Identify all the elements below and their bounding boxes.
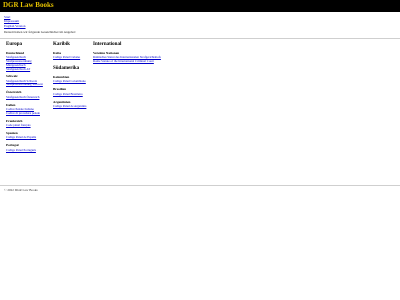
country-heading: Kolumbien bbox=[53, 75, 70, 80]
country-heading: Frankreich bbox=[6, 118, 23, 123]
law-link[interactable]: Codice di procedura penale bbox=[6, 111, 52, 116]
footer-copyright: © 2022 DGR Law Books bbox=[4, 188, 38, 192]
column-international: International Vereinte Nationen Römische… bbox=[93, 42, 193, 64]
nav-link-english[interactable]: English Version bbox=[4, 24, 26, 28]
country-heading: Österreich bbox=[6, 90, 22, 95]
law-link[interactable]: Strafgesetzbuch AT bbox=[6, 67, 52, 72]
column-europa: Europa Deutschland Strafgesetzbuch Straf… bbox=[6, 42, 52, 152]
law-link[interactable]: Código Penal Cubano bbox=[53, 56, 91, 60]
intro-text: Derzeit haben wir folgende Gesetzbücher … bbox=[4, 30, 76, 34]
column-americas: Karibik Kuba Código Penal Cubano Südamer… bbox=[53, 42, 91, 109]
country-heading: Deutschland bbox=[6, 51, 25, 55]
site-brand[interactable]: DGR Law Books bbox=[3, 1, 54, 9]
divider-top bbox=[0, 38, 400, 39]
country-heading: Brasilien bbox=[53, 87, 66, 92]
country-heading: Spanien bbox=[6, 130, 18, 135]
law-link[interactable]: Código Penal Brasileiro bbox=[53, 92, 91, 97]
region-heading-europa: Europa bbox=[6, 42, 23, 47]
country-heading: Italien bbox=[6, 102, 16, 107]
law-link[interactable]: Code pénal français bbox=[6, 123, 52, 128]
law-link[interactable]: Rome Statute of the International Crimin… bbox=[93, 59, 193, 64]
region-heading-international: International bbox=[93, 42, 122, 47]
country-heading: Argentinien bbox=[53, 99, 71, 104]
law-link[interactable]: Código Penal Colombiano bbox=[53, 80, 91, 84]
region-heading-karibik: Karibik bbox=[53, 42, 70, 47]
country-heading: Portugal bbox=[6, 143, 19, 148]
law-link[interactable]: Código Penal Português bbox=[6, 148, 52, 153]
sub-navigation: Start Impressum English Version bbox=[4, 15, 26, 28]
law-link[interactable]: Strafgesetzbuch Österreich bbox=[6, 95, 52, 100]
law-link[interactable]: Strafprozessordnung Schweiz bbox=[6, 83, 52, 87]
country-heading: Vereinte Nationen bbox=[93, 51, 120, 55]
law-link[interactable]: Código Penal de Argentina bbox=[53, 104, 91, 109]
country-heading: Kuba bbox=[53, 51, 62, 55]
country-heading: Schweiz bbox=[6, 74, 18, 79]
divider-bottom bbox=[0, 185, 400, 186]
header-bar: DGR Law Books bbox=[0, 0, 400, 12]
region-heading-suedamerika: Südamerika bbox=[53, 66, 80, 72]
law-link[interactable]: Código Penal de España bbox=[6, 136, 52, 140]
